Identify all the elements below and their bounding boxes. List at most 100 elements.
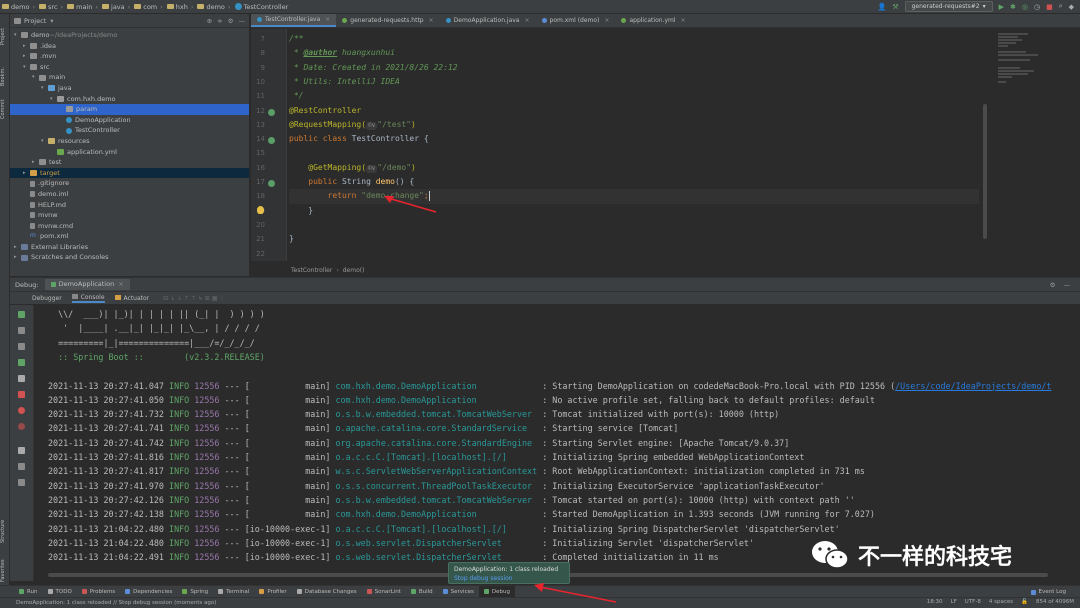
line-number[interactable]: 20 — [251, 221, 265, 229]
memory-indicator[interactable]: 854 of 4096M — [1036, 599, 1074, 605]
commit-tool-tab[interactable]: Commit — [0, 96, 10, 122]
tool-button-problems[interactable]: Problems — [77, 586, 120, 598]
tab-console[interactable]: Console — [71, 293, 105, 303]
line-number[interactable]: 18 — [251, 192, 265, 200]
chevron-down-icon[interactable]: ▾ — [14, 30, 21, 41]
profile-icon[interactable]: ◷ — [1034, 3, 1040, 11]
settings-icon[interactable] — [18, 463, 25, 470]
ide-icon[interactable]: ◆ — [1069, 3, 1074, 11]
favorites-tool-tab[interactable]: Favorites — [0, 554, 10, 588]
tree-item[interactable]: ▾ demo ~/IdeaProjects/demo — [10, 30, 249, 41]
editor-vertical-scrollbar[interactable] — [983, 104, 987, 239]
structure-tool-tab[interactable]: Structure — [0, 514, 10, 548]
line-number[interactable]: 21 — [251, 235, 265, 243]
tree-item[interactable]: m pom.xml — [10, 231, 249, 242]
tool-button-build[interactable]: Build — [406, 586, 438, 598]
view-breakpoints-icon[interactable] — [18, 407, 25, 414]
chevron-down-icon[interactable]: ▾ — [50, 94, 57, 105]
chevron-down-icon[interactable]: ▾ — [41, 136, 48, 147]
tree-item[interactable]: HELP.md — [10, 200, 249, 211]
hammer-icon[interactable]: ⚒ — [892, 3, 898, 11]
tree-item[interactable]: mvnw.cmd — [10, 221, 249, 232]
close-icon[interactable]: × — [429, 17, 434, 24]
close-icon[interactable]: × — [118, 279, 123, 290]
close-icon[interactable]: × — [524, 17, 529, 24]
status-message[interactable]: DemoApplication: 1 class reloaded // Sto… — [16, 600, 216, 606]
editor-tab[interactable]: generated-requests.http × — [336, 14, 439, 27]
spring-bean-icon[interactable] — [268, 180, 275, 187]
breadcrumb-item[interactable]: demo › — [0, 3, 37, 11]
line-number[interactable]: 14 — [251, 135, 265, 143]
breadcrumb-item[interactable]: src › — [37, 3, 65, 11]
spring-bean-icon[interactable] — [268, 108, 275, 116]
mute-breakpoints-icon[interactable] — [18, 423, 25, 430]
line-number[interactable]: 8 — [251, 49, 265, 57]
log-source-link[interactable]: /Users/code/IdeaProjects/demo/t — [895, 381, 1051, 391]
tool-button-todo[interactable]: TODO — [43, 586, 77, 598]
tree-item[interactable]: .gitignore — [10, 178, 249, 189]
line-separator[interactable]: LF — [951, 599, 957, 605]
breadcrumb-item[interactable]: java › — [100, 3, 132, 11]
chevron-right-icon[interactable]: ▸ — [14, 242, 21, 253]
tab-debugger[interactable]: Debugger — [32, 295, 62, 302]
tree-item[interactable]: ▾ com.hxh.demo — [10, 94, 249, 105]
tool-button-services[interactable]: Services — [438, 586, 479, 598]
editor-tab[interactable]: application.yml × — [615, 14, 691, 27]
stop-icon[interactable] — [18, 391, 25, 398]
indent-setting[interactable]: 4 spaces — [989, 599, 1013, 605]
tree-item[interactable]: ▸ .idea — [10, 41, 249, 52]
lightbulb-icon[interactable] — [257, 206, 264, 214]
tree-item[interactable]: ▾ main — [10, 72, 249, 83]
console-output[interactable]: \\/ ___)| |_)| | | | | || (_| | ) ) ) ) … — [48, 305, 1068, 575]
tool-button-terminal[interactable]: Terminal — [213, 586, 254, 598]
line-number[interactable]: 11 — [251, 92, 265, 100]
editor-tab[interactable]: pom.xml (demo) × — [536, 14, 616, 27]
tool-button-run[interactable]: Run — [14, 586, 43, 598]
line-number[interactable]: 7 — [251, 35, 265, 43]
tree-item[interactable]: ▾ resources — [10, 136, 249, 147]
locate-icon[interactable]: ⊕ — [207, 17, 212, 25]
stop-icon[interactable]: ■ — [1046, 3, 1053, 11]
rerun-icon[interactable] — [18, 311, 25, 318]
tree-item[interactable]: ▸ Scratches and Consoles — [10, 252, 249, 263]
debugger-step-icons[interactable]: ⊟ ⇣ ⇣ ⇡ ⇡ ↳ ⊞ ▦ ⋮ — [163, 295, 225, 302]
resume-icon[interactable] — [18, 359, 25, 366]
debug-session-tab[interactable]: DemoApplication × — [44, 279, 130, 290]
tab-actuator[interactable]: Actuator — [114, 294, 149, 302]
tree-item[interactable]: ▸ .mvn — [10, 51, 249, 62]
chevron-down-icon[interactable]: ▾ — [41, 83, 48, 94]
tool-button-profiler[interactable]: Profiler — [254, 586, 291, 598]
close-icon[interactable]: × — [325, 16, 330, 23]
close-icon[interactable]: × — [681, 17, 686, 24]
line-number[interactable]: 10 — [251, 78, 265, 86]
debug-icon[interactable]: ✱ — [1010, 3, 1016, 11]
coverage-icon[interactable]: ◎ — [1022, 3, 1028, 11]
gear-icon[interactable]: ⚙ — [228, 17, 234, 25]
tree-item[interactable]: ▾ java — [10, 83, 249, 94]
project-tool-tab[interactable]: Project — [0, 18, 10, 54]
tree-item[interactable]: application.yml — [10, 147, 249, 158]
line-number[interactable]: 15 — [251, 149, 265, 157]
chevron-down-icon[interactable]: ▾ — [32, 72, 39, 83]
line-number[interactable]: 17 — [251, 178, 265, 186]
caret-position[interactable]: 18:30 — [927, 599, 943, 605]
hide-icon[interactable]: — — [1064, 281, 1071, 289]
pause-icon[interactable] — [18, 375, 25, 382]
restore-layout-icon[interactable] — [18, 343, 25, 350]
tool-button-dependencies[interactable]: Dependencies — [120, 586, 177, 598]
editor-tab[interactable]: TestController.java × — [251, 14, 337, 27]
breadcrumb-item[interactable]: main › — [65, 3, 100, 11]
bookmarks-tool-tab[interactable]: Bookm. — [0, 64, 10, 90]
line-number[interactable]: 13 — [251, 121, 265, 129]
editor-tab[interactable]: DemoApplication.java × — [440, 14, 536, 27]
tree-item[interactable]: mvnw — [10, 210, 249, 221]
breadcrumb-class[interactable]: TestController — [291, 267, 332, 274]
tree-item[interactable]: ▸ test — [10, 157, 249, 168]
modify-config-icon[interactable] — [18, 327, 25, 334]
spring-bean-icon[interactable] — [268, 137, 275, 145]
search-icon[interactable]: ⌕ — [1059, 2, 1063, 11]
pin-icon[interactable] — [18, 479, 25, 486]
tool-button-database-changes[interactable]: Database Changes — [292, 586, 362, 598]
lock-icon[interactable]: 🔓 — [1021, 599, 1028, 605]
tool-button-sonarlint[interactable]: SonarLint — [362, 586, 406, 598]
